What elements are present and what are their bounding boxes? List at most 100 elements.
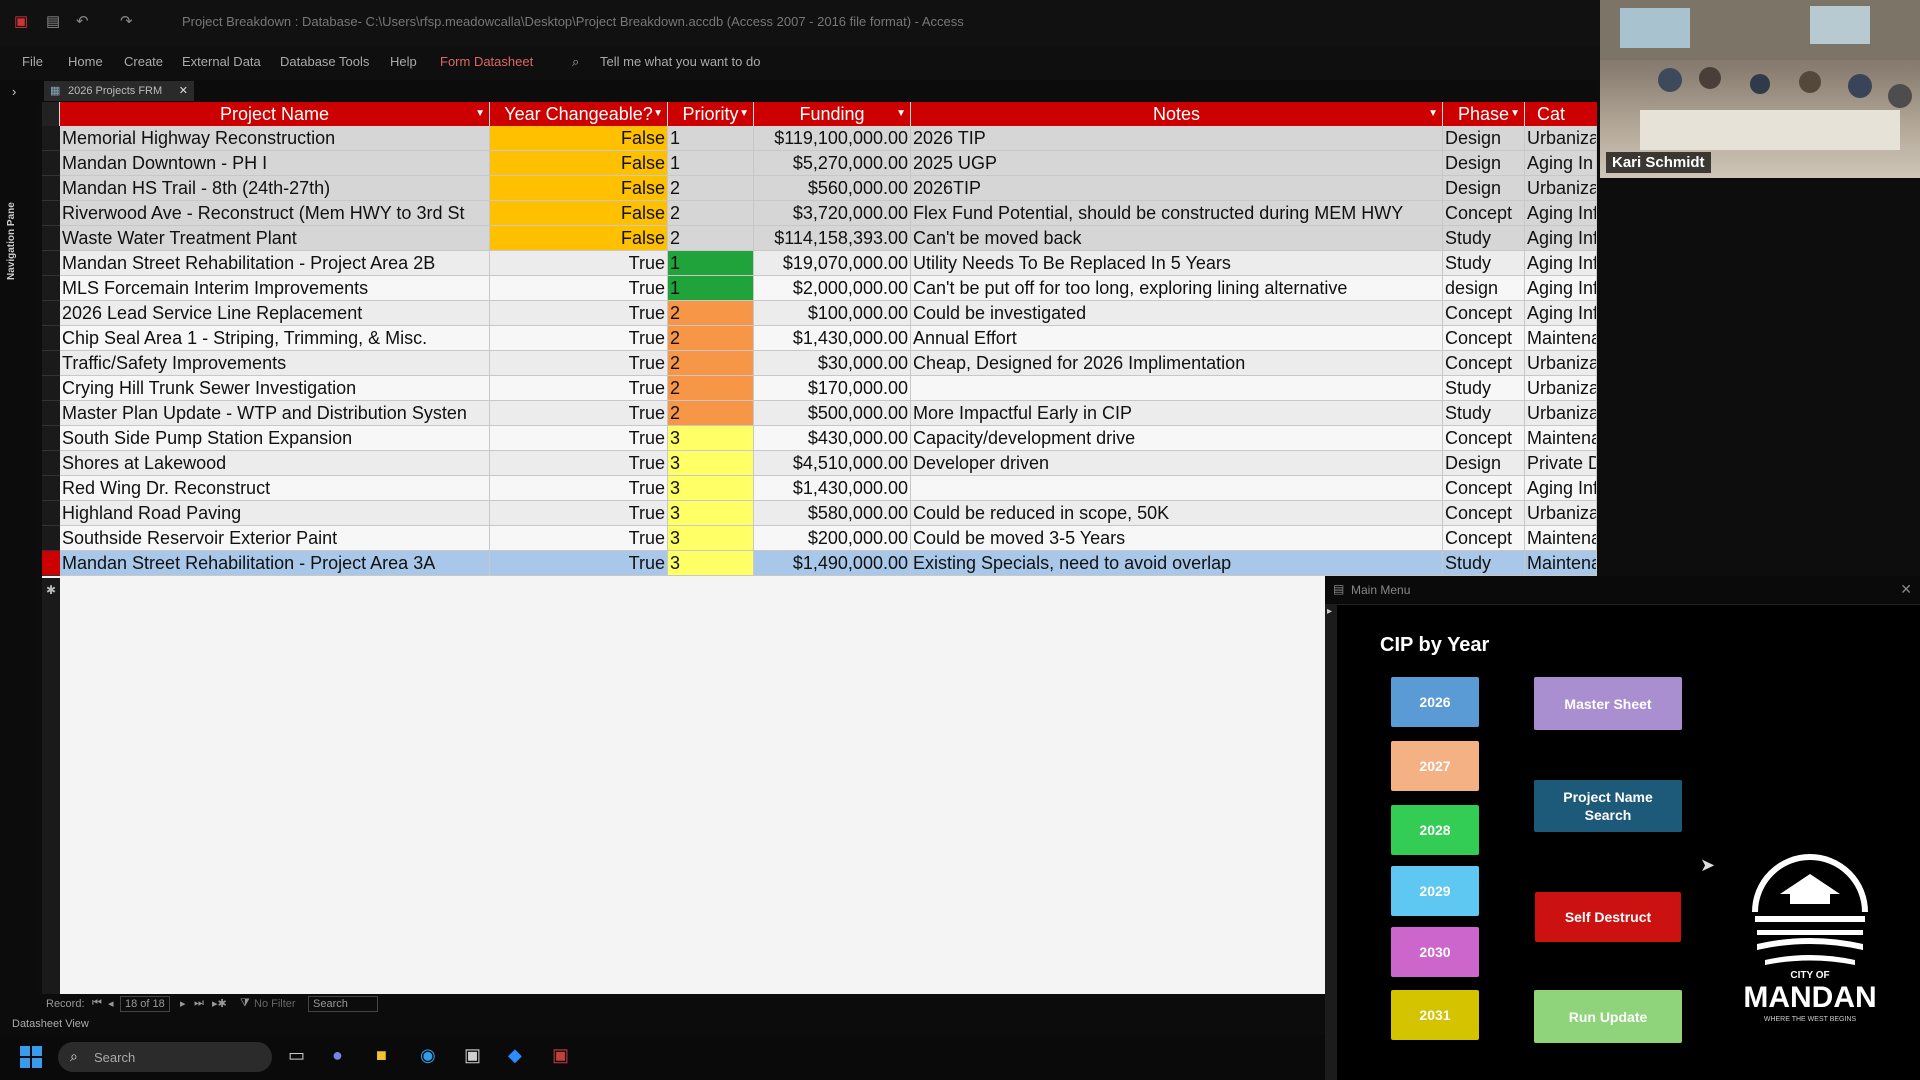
record-selector[interactable] [42,501,60,526]
task-view-icon[interactable]: ▭ [288,1045,305,1066]
table-row[interactable]: Mandan Street Rehabilitation - Project A… [60,551,1597,576]
year-2029-button[interactable]: 2029 [1391,866,1479,916]
cell-phase[interactable]: Concept [1443,426,1525,451]
cell-year-changeable[interactable]: False [490,201,668,226]
cell-project-name[interactable]: Mandan Street Rehabilitation - Project A… [60,551,490,576]
windows-start-icon[interactable] [20,1046,42,1068]
cell-priority[interactable]: 1 [668,126,754,151]
cell-phase[interactable]: Study [1443,401,1525,426]
cell-phase[interactable]: Study [1443,376,1525,401]
cell-notes[interactable]: Could be moved 3-5 Years [911,526,1443,551]
taskbar-search-box[interactable]: ⌕ Search [58,1042,272,1072]
cell-phase[interactable]: Concept [1443,526,1525,551]
cell-project-name[interactable]: Mandan Street Rehabilitation - Project A… [60,251,490,276]
cell-funding[interactable]: $114,158,393.00 [754,226,911,251]
cell-project-name[interactable]: Riverwood Ave - Reconstruct (Mem HWY to … [60,201,490,226]
cell-phase[interactable]: Concept [1443,501,1525,526]
cell-notes[interactable] [911,376,1443,401]
cell-project-name[interactable]: Traffic/Safety Improvements [60,351,490,376]
cell-category[interactable]: Maintenance [1525,426,1597,451]
undo-icon[interactable]: ↶ [76,12,96,32]
cell-category[interactable]: Urbanization [1525,376,1597,401]
filter-dropdown-icon[interactable]: ▼ [739,102,749,126]
menu-file[interactable]: File [22,54,43,69]
cell-category[interactable]: Maintenance [1525,326,1597,351]
cell-phase[interactable]: Concept [1443,351,1525,376]
cell-year-changeable[interactable]: True [490,401,668,426]
video-call-overlay[interactable]: Kari Schmidt [1600,0,1920,178]
cell-category[interactable]: Maintenance [1525,551,1597,576]
cell-funding[interactable]: $580,000.00 [754,501,911,526]
cell-project-name[interactable]: Chip Seal Area 1 - Striping, Trimming, &… [60,326,490,351]
record-selector[interactable] [42,426,60,451]
cell-phase[interactable]: design [1443,276,1525,301]
filter-status[interactable]: No Filter [254,998,296,1010]
cell-phase[interactable]: Concept [1443,326,1525,351]
cell-notes[interactable] [911,476,1443,501]
record-selector[interactable] [42,326,60,351]
cell-phase[interactable]: Concept [1443,476,1525,501]
filter-dropdown-icon[interactable]: ▼ [1428,102,1438,126]
cell-project-name[interactable]: Master Plan Update - WTP and Distributio… [60,401,490,426]
cell-funding[interactable]: $1,430,000.00 [754,476,911,501]
cell-priority[interactable]: 2 [668,376,754,401]
cell-category[interactable]: Aging Infrastructure [1525,251,1597,276]
cell-year-changeable[interactable]: True [490,551,668,576]
year-2027-button[interactable]: 2027 [1391,741,1479,791]
tab-2026-projects-frm[interactable]: ▦ 2026 Projects FRM ✕ [44,81,194,101]
cell-priority[interactable]: 1 [668,276,754,301]
cell-funding[interactable]: $119,100,000.00 [754,126,911,151]
cell-priority[interactable]: 3 [668,451,754,476]
cell-notes[interactable]: Could be investigated [911,301,1443,326]
cell-category[interactable]: Urbanization [1525,351,1597,376]
cell-funding[interactable]: $1,490,000.00 [754,551,911,576]
cell-funding[interactable]: $560,000.00 [754,176,911,201]
cell-priority[interactable]: 2 [668,226,754,251]
col-header-phase[interactable]: Phase ▼ [1443,102,1525,126]
year-2026-button[interactable]: 2026 [1391,677,1479,727]
cell-year-changeable[interactable]: False [490,126,668,151]
cell-priority[interactable]: 2 [668,351,754,376]
cell-year-changeable[interactable]: True [490,451,668,476]
cell-notes[interactable]: Cheap, Designed for 2026 Implimentation [911,351,1443,376]
year-2028-button[interactable]: 2028 [1391,805,1479,855]
cell-funding[interactable]: $5,270,000.00 [754,151,911,176]
record-selector[interactable] [42,176,60,201]
year-2030-button[interactable]: 2030 [1391,927,1479,977]
cell-notes[interactable]: Flex Fund Potential, should be construct… [911,201,1443,226]
record-selector[interactable] [42,301,60,326]
filter-dropdown-icon[interactable]: ▼ [653,102,663,126]
cell-project-name[interactable]: Memorial Highway Reconstruction [60,126,490,151]
cell-phase[interactable]: Study [1443,251,1525,276]
cell-project-name[interactable]: Shores at Lakewood [60,451,490,476]
table-row[interactable]: Mandan Downtown - PH I False 1 $5,270,000.0… [60,151,1597,176]
file-explorer-icon[interactable]: ■ [376,1045,387,1066]
record-selector[interactable] [42,251,60,276]
col-header-priority[interactable]: Priority ▼ [668,102,754,126]
record-position[interactable]: 18 of 18 [120,996,170,1012]
cell-notes[interactable]: Annual Effort [911,326,1443,351]
cell-funding[interactable]: $100,000.00 [754,301,911,326]
cell-year-changeable[interactable]: True [490,276,668,301]
record-selector[interactable] [42,351,60,376]
self-destruct-button[interactable]: Self Destruct [1535,892,1681,942]
cell-notes[interactable]: Utility Needs To Be Replaced In 5 Years [911,251,1443,276]
record-selector[interactable] [42,226,60,251]
access-taskbar-icon[interactable]: ▣ [552,1045,569,1066]
cell-year-changeable[interactable]: True [490,426,668,451]
cell-priority[interactable]: 2 [668,201,754,226]
table-row[interactable]: Master Plan Update - WTP and Distributio… [60,401,1597,426]
cell-priority[interactable]: 1 [668,151,754,176]
save-icon[interactable]: ▤ [46,12,66,32]
cell-year-changeable[interactable]: False [490,226,668,251]
record-selector[interactable] [42,276,60,301]
cell-project-name[interactable]: Highland Road Paving [60,501,490,526]
cell-project-name[interactable]: South Side Pump Station Expansion [60,426,490,451]
cell-phase[interactable]: Design [1443,151,1525,176]
cell-notes[interactable]: Can't be put off for too long, exploring… [911,276,1443,301]
cell-year-changeable[interactable]: True [490,326,668,351]
cell-notes[interactable]: Capacity/development drive [911,426,1443,451]
navigation-pane[interactable]: › Navigation Pane [0,80,36,1015]
cell-category[interactable]: Urbanization [1525,401,1597,426]
form-record-selector[interactable] [1325,604,1337,1080]
